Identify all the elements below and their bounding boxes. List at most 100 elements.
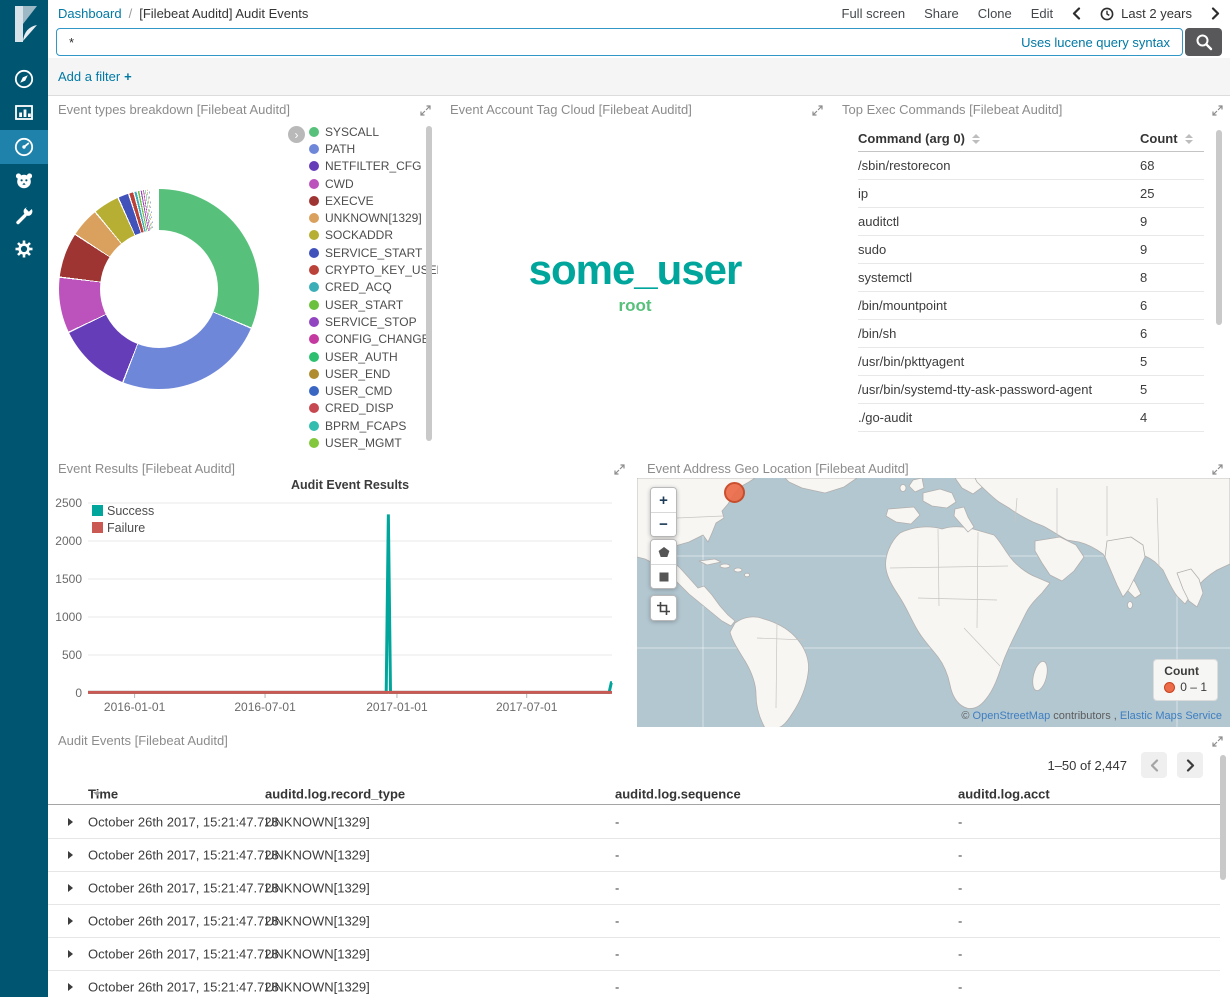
sidebar-item-timelion[interactable] xyxy=(0,164,48,198)
edit-button[interactable]: Edit xyxy=(1031,6,1053,21)
exec-count-column-header[interactable]: Count xyxy=(1140,131,1204,146)
legend-item[interactable]: EXECVE xyxy=(309,192,438,209)
legend-item[interactable]: USER_MGMT xyxy=(309,434,438,451)
results-line-chart[interactable]: 050010001500200025002016-01-012016-07-01… xyxy=(48,455,632,727)
audit-table-row[interactable]: October 26th 2017, 15:21:47.728 UNKNOWN[… xyxy=(48,806,1220,839)
row-expand-caret[interactable] xyxy=(68,884,73,892)
elastic-maps-service-link[interactable]: Elastic Maps Service xyxy=(1120,710,1222,722)
sidebar-item-visualize[interactable] xyxy=(0,96,48,130)
exec-command-cell[interactable]: /bin/sh xyxy=(858,326,1140,341)
time-forward-button[interactable] xyxy=(1211,7,1220,20)
exec-command-cell[interactable]: ip xyxy=(858,186,1140,201)
exec-command-cell[interactable]: /bin/mountpoint xyxy=(858,298,1140,313)
audit-table-row[interactable]: October 26th 2017, 15:21:47.728 UNKNOWN[… xyxy=(48,872,1220,905)
clone-button[interactable]: Clone xyxy=(978,6,1012,21)
legend-item[interactable]: CONFIG_CHANGE xyxy=(309,331,438,348)
legend-item[interactable]: CRYPTO_KEY_USER xyxy=(309,261,438,278)
exec-command-cell[interactable]: /usr/bin/systemd-tty-ask-password-agent xyxy=(858,382,1140,397)
search-input[interactable]: * Uses lucene query syntax xyxy=(56,28,1183,56)
breadcrumb-dashboard-link[interactable]: Dashboard xyxy=(58,6,122,21)
draw-rectangle-button[interactable] xyxy=(651,564,676,588)
audit-table-row[interactable]: October 26th 2017, 15:21:47.728 UNKNOWN[… xyxy=(48,971,1220,997)
exec-table-row[interactable]: /usr/bin/systemd-tty-ask-password-agent … xyxy=(858,376,1204,404)
legend-scrollbar[interactable] xyxy=(426,126,432,441)
exec-command-cell[interactable]: /usr/bin/pkttyagent xyxy=(858,354,1140,369)
exec-table-row[interactable]: /usr/bin/pkttyagent 5 xyxy=(858,348,1204,376)
sidebar-item-dev-tools[interactable] xyxy=(0,198,48,232)
legend-toggle-button[interactable]: › xyxy=(288,126,305,143)
legend-item[interactable]: PATH xyxy=(309,140,438,157)
legend-item[interactable]: NETFILTER_CFG xyxy=(309,158,438,175)
legend-item[interactable]: SERVICE_START xyxy=(309,244,438,261)
search-query-value[interactable]: * xyxy=(69,35,1021,50)
exec-command-cell[interactable]: /sbin/restorecon xyxy=(858,158,1140,173)
zoom-out-button[interactable]: − xyxy=(651,512,676,536)
audit-table-row[interactable]: October 26th 2017, 15:21:47.728 UNKNOWN[… xyxy=(48,839,1220,872)
donut-chart[interactable] xyxy=(59,189,259,389)
legend-item[interactable]: UNKNOWN[1329] xyxy=(309,209,438,226)
expand-panel-icon[interactable] xyxy=(1212,104,1223,119)
add-filter-button[interactable]: Add a filter+ xyxy=(58,69,132,84)
exec-command-cell[interactable]: sudo xyxy=(858,242,1140,257)
exec-table-row[interactable]: systemctl 8 xyxy=(858,264,1204,292)
openstreetmap-link[interactable]: OpenStreetMap xyxy=(973,710,1051,722)
full-screen-button[interactable]: Full screen xyxy=(842,6,906,21)
exec-table-scrollbar[interactable] xyxy=(1216,130,1222,325)
legend-item[interactable]: USER_AUTH xyxy=(309,348,438,365)
exec-command-cell[interactable]: auditctl xyxy=(858,214,1140,229)
draw-polygon-button[interactable] xyxy=(651,540,676,564)
exec-command-column-header[interactable]: Command (arg 0) xyxy=(858,131,1140,146)
exec-table-row[interactable]: ip 25 xyxy=(858,180,1204,208)
legend-item[interactable]: SERVICE_STOP xyxy=(309,313,438,330)
tag-some-user[interactable]: some_user xyxy=(440,246,830,294)
exec-table-row[interactable]: sudo 9 xyxy=(858,236,1204,264)
kibana-logo[interactable] xyxy=(0,0,48,48)
exec-table-row[interactable]: /bin/sh 6 xyxy=(858,320,1204,348)
sidebar-item-management[interactable] xyxy=(0,232,48,266)
row-expand-caret[interactable] xyxy=(68,818,73,826)
audit-table-scrollbar[interactable] xyxy=(1220,755,1226,880)
legend-item[interactable]: USER_START xyxy=(309,296,438,313)
audit-sequence-cell: - xyxy=(615,914,619,929)
sort-icon[interactable] xyxy=(1185,134,1193,144)
legend-item[interactable]: USER_CMD xyxy=(309,382,438,399)
zoom-in-button[interactable]: + xyxy=(651,488,676,512)
legend-item[interactable]: BPRM_FCAPS xyxy=(309,417,438,434)
legend-item[interactable]: CRED_DISP xyxy=(309,400,438,417)
lucene-syntax-link[interactable]: Uses lucene query syntax xyxy=(1021,35,1170,50)
legend-item[interactable]: SOCKADDR xyxy=(309,227,438,244)
exec-table-row[interactable]: ./go-audit 4 xyxy=(858,404,1204,432)
audit-table-row[interactable]: October 26th 2017, 15:21:47.728 UNKNOWN[… xyxy=(48,938,1220,971)
expand-panel-icon[interactable] xyxy=(812,104,823,119)
legend-item[interactable]: CWD xyxy=(309,175,438,192)
gear-icon xyxy=(13,238,35,260)
world-map[interactable] xyxy=(637,478,1230,727)
legend-swatch-icon xyxy=(309,369,319,379)
expand-panel-icon[interactable] xyxy=(1212,463,1223,478)
exec-table-row[interactable]: /bin/mountpoint 6 xyxy=(858,292,1204,320)
dashboard-icon xyxy=(13,136,35,158)
sidebar-item-discover[interactable] xyxy=(0,62,48,96)
row-expand-caret[interactable] xyxy=(68,851,73,859)
row-expand-caret[interactable] xyxy=(68,950,73,958)
sort-icon[interactable] xyxy=(972,134,980,144)
legend-item[interactable]: SYSCALL xyxy=(309,123,438,140)
search-button[interactable] xyxy=(1185,28,1222,56)
exec-command-cell[interactable]: ./go-audit xyxy=(858,410,1140,425)
legend-item[interactable]: USER_END xyxy=(309,365,438,382)
row-expand-caret[interactable] xyxy=(68,917,73,925)
audit-table-row[interactable]: October 26th 2017, 15:21:47.728 UNKNOWN[… xyxy=(48,905,1220,938)
time-back-button[interactable] xyxy=(1072,7,1081,20)
exec-table-row[interactable]: /sbin/restorecon 68 xyxy=(858,152,1204,180)
share-button[interactable]: Share xyxy=(924,6,959,21)
exec-table-row[interactable]: auditctl 9 xyxy=(858,208,1204,236)
exec-command-cell[interactable]: systemctl xyxy=(858,270,1140,285)
expand-panel-icon[interactable] xyxy=(420,104,431,119)
geo-count-marker[interactable] xyxy=(724,482,745,503)
fit-bounds-button[interactable] xyxy=(651,596,676,620)
row-expand-caret[interactable] xyxy=(68,983,73,991)
timepicker-button[interactable]: Last 2 years xyxy=(1100,6,1192,21)
sidebar-item-dashboard[interactable] xyxy=(0,130,48,164)
legend-item[interactable]: CRED_ACQ xyxy=(309,279,438,296)
tag-root[interactable]: root xyxy=(440,296,830,316)
